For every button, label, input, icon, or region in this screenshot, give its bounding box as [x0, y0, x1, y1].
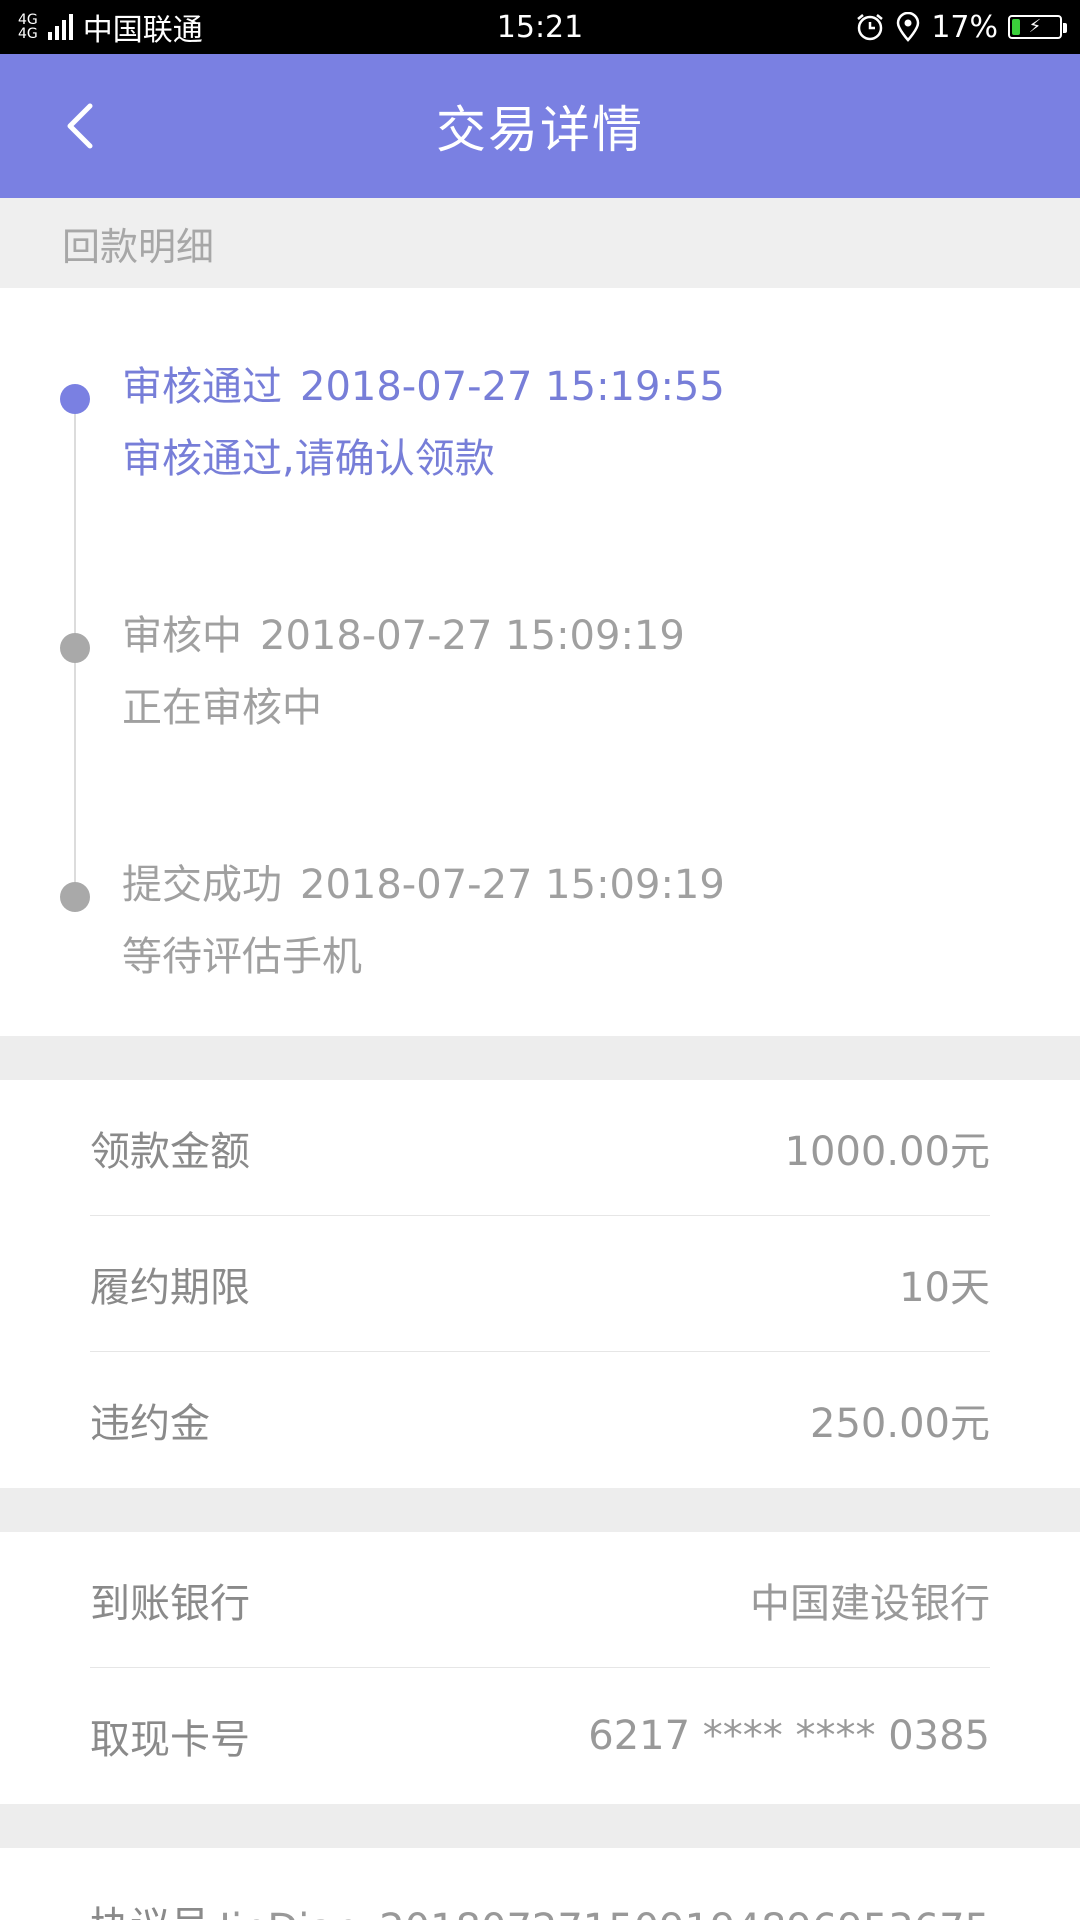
timeline-status: 提交成功: [122, 862, 282, 908]
network-label-secondary: 4G: [18, 26, 38, 42]
battery-icon: ⚡: [1008, 15, 1067, 39]
timeline-header: 审核中 2018-07-27 15:09:19: [122, 603, 685, 661]
timeline-item: 提交成功 2018-07-27 15:09:19 等待评估手机: [0, 852, 1080, 982]
chevron-left-icon: [67, 103, 93, 149]
row-label: 违约金: [90, 1401, 210, 1447]
timeline-dot: [60, 633, 90, 663]
row-value: 1000.00元: [784, 1128, 990, 1175]
timeline-dot: [60, 882, 90, 912]
row-value: 中国建设银行: [750, 1580, 990, 1627]
info-row-term: 履约期限 10天: [90, 1216, 990, 1352]
timeline-time: 2018-07-27 15:19:55: [300, 364, 725, 410]
agreement-info-group: 协议号 JinDian_2018072715091948969536​75: [0, 1848, 1080, 1920]
alarm-icon: [857, 14, 884, 41]
row-label: 履约期限: [90, 1264, 250, 1311]
network-type: 4G 4G: [18, 13, 38, 41]
nav-bar: 交易详情: [0, 54, 1080, 198]
row-label: 到账银行: [90, 1580, 250, 1627]
timeline-status: 审核中: [122, 613, 242, 659]
bank-info-group: 到账银行 中国建设银行 取现卡号 6217 **** **** 0385: [0, 1532, 1080, 1804]
carrier-name: 中国联通: [82, 13, 203, 48]
amount-info-group: 领款金额 1000.00元 履约期限 10天 违约金 250.00元: [0, 1080, 1080, 1488]
timeline-status: 审核通过: [122, 364, 282, 410]
signal-icon: [47, 14, 73, 40]
timeline-item: 审核中 2018-07-27 15:09:19 正在审核中: [0, 603, 1080, 733]
status-timeline: 审核通过 2018-07-27 15:19:55 审核通过,请确认领款 审核中 20…: [0, 288, 1080, 1036]
battery-percent: 17%: [931, 9, 998, 45]
row-value: 250.00元: [810, 1401, 990, 1447]
network-label: 4G: [18, 12, 38, 28]
info-row-amount: 领款金额 1000.00元: [90, 1080, 990, 1216]
row-value: 6217 **** **** 0385: [588, 1713, 990, 1759]
page-title: 交易详情: [436, 101, 644, 159]
row-value: 10天: [899, 1264, 990, 1311]
section-label: 回款明细: [0, 198, 1080, 288]
row-label: 领款金额: [90, 1128, 250, 1175]
timeline-time: 2018-07-27 15:09:19: [260, 613, 685, 659]
row-label: 协议号: [90, 1894, 210, 1920]
location-icon: [897, 12, 920, 42]
timeline-header: 提交成功 2018-07-27 15:09:19: [122, 852, 725, 910]
timeline-dot: [60, 384, 90, 414]
status-right: 17% ⚡: [855, 9, 1067, 45]
timeline-description: 等待评估手机: [122, 934, 362, 980]
charging-icon: ⚡: [1028, 16, 1042, 37]
status-bar: 4G 4G 中国联通 15:21 17% ⚡: [0, 0, 1080, 54]
info-row-bank: 到账银行 中国建设银行: [90, 1532, 990, 1668]
info-row-card-number: 取现卡号 6217 **** **** 0385: [90, 1668, 990, 1804]
info-row-penalty: 违约金 250.00元: [90, 1352, 990, 1488]
timeline-description: 正在审核中: [122, 685, 322, 731]
timeline-description: 审核通过,请确认领款: [122, 436, 495, 482]
timeline-item: 审核通过 2018-07-27 15:19:55 审核通过,请确认领款: [0, 354, 1080, 484]
status-left: 4G 4G 中国联通: [18, 5, 203, 49]
row-label: 取现卡号: [90, 1717, 250, 1763]
info-row-agreement: 协议号 JinDian_2018072715091948969536​75: [90, 1848, 990, 1920]
timeline-header: 审核通过 2018-07-27 15:19:55: [122, 354, 725, 412]
row-value: JinDian_2018072715091948969536​75: [219, 1906, 990, 1920]
timeline-time: 2018-07-27 15:09:19: [300, 862, 725, 908]
back-button[interactable]: [50, 92, 110, 160]
